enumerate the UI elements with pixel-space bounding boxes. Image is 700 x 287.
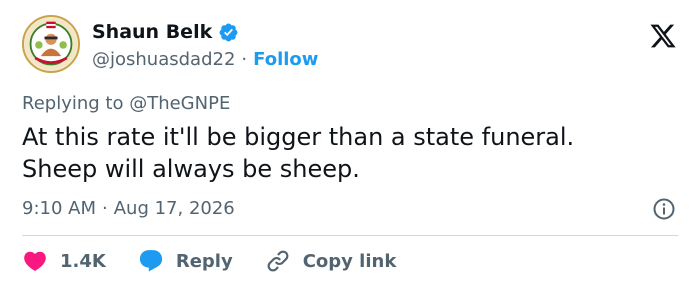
- replying-to-mention[interactable]: @TheGNPE: [129, 93, 230, 114]
- follow-button[interactable]: Follow: [253, 49, 318, 70]
- replying-to: Replying to @TheGNPE: [22, 93, 230, 114]
- tweet-text-line: Sheep will always be sheep.: [22, 155, 360, 183]
- separator-dot: ·: [241, 49, 248, 70]
- tweet-date[interactable]: Aug 17, 2026: [114, 198, 235, 219]
- reply-button[interactable]: Reply: [138, 248, 233, 274]
- link-icon: [265, 248, 291, 274]
- copy-link-label: Copy link: [302, 250, 397, 272]
- tweet-time[interactable]: 9:10 AM: [22, 198, 96, 219]
- like-button[interactable]: 1.4K: [22, 248, 106, 274]
- heart-icon: [22, 248, 48, 274]
- separator-dot: ·: [102, 198, 108, 219]
- tweet-card: Shaun Belk @joshuasdad22 · Follow Replyi…: [0, 0, 700, 287]
- verified-badge-icon: [218, 22, 239, 43]
- divider: [22, 235, 678, 236]
- copy-link-button[interactable]: Copy link: [265, 248, 397, 274]
- like-count: 1.4K: [60, 250, 106, 272]
- replying-to-prefix: Replying to: [22, 93, 130, 114]
- action-bar: 1.4K Reply Copy link: [22, 246, 428, 276]
- avatar[interactable]: [22, 15, 80, 73]
- reply-label: Reply: [175, 250, 233, 272]
- reply-bubble-icon: [138, 248, 164, 274]
- info-icon[interactable]: [652, 197, 676, 221]
- timestamp[interactable]: 9:10 AM · Aug 17, 2026: [22, 198, 235, 219]
- tweet-text: At this rate it'll be bigger than a stat…: [22, 121, 682, 185]
- tweet-text-line: At this rate it'll be bigger than a stat…: [22, 123, 575, 151]
- x-logo-icon[interactable]: [648, 22, 678, 50]
- author-display-name[interactable]: Shaun Belk: [92, 21, 212, 43]
- author-handle[interactable]: @joshuasdad22: [92, 49, 235, 70]
